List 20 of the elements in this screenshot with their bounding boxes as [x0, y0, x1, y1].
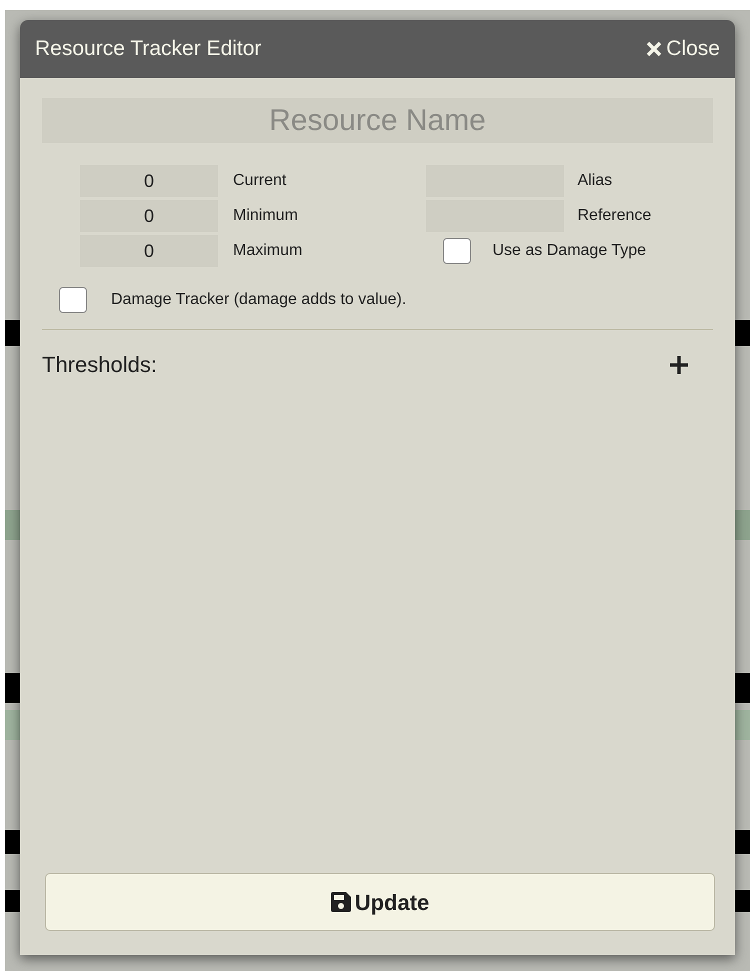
number-field[interactable]: 0 — [80, 235, 218, 267]
checkbox-label: Damage Tracker (damage adds to value). — [111, 290, 406, 310]
field-label: Alias — [578, 171, 612, 191]
close-button[interactable]: Close — [646, 33, 720, 65]
plus-icon — [669, 354, 689, 374]
field-label: Current — [233, 171, 286, 191]
field-label: Maximum — [233, 241, 302, 261]
field-label: Minimum — [233, 206, 298, 226]
update-button[interactable]: Update — [45, 873, 715, 931]
number-field[interactable]: 0 — [80, 165, 218, 197]
resource-name-field[interactable]: Resource Name — [42, 98, 713, 143]
checkbox[interactable] — [442, 238, 470, 264]
save-icon — [330, 892, 351, 912]
thresholds-label: Thresholds: — [42, 351, 157, 379]
number-field[interactable]: 0 — [80, 200, 218, 232]
dialog-title: Resource Tracker Editor — [35, 36, 262, 62]
checkbox-label: Use as Damage Type — [492, 241, 646, 261]
checkbox[interactable] — [59, 287, 87, 313]
close-icon — [646, 41, 662, 57]
field-label: Reference — [578, 206, 652, 226]
